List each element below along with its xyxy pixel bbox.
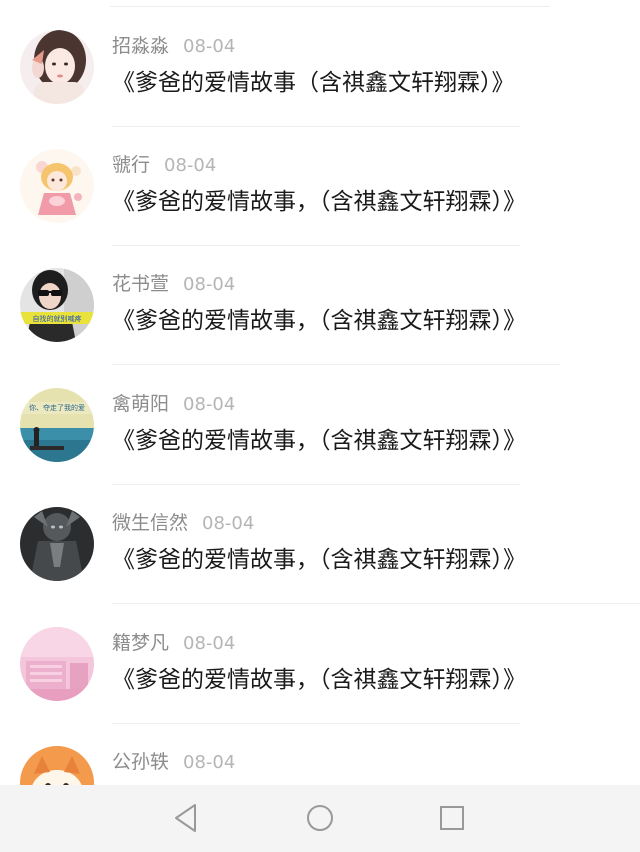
comment-text: 《爹爸的爱情故事，（含祺鑫文轩翔霖）》 <box>112 428 526 454</box>
username[interactable]: 招淼淼 <box>112 35 169 57</box>
girl-portrait-avatar[interactable] <box>20 30 94 104</box>
comment-date: 08-04 <box>183 752 236 773</box>
username[interactable]: 公孙轶 <box>112 751 169 773</box>
triangle-back-icon <box>175 804 196 832</box>
comment-meta: 公孙轶 08-04 <box>112 750 235 774</box>
circle-home-icon <box>307 805 333 831</box>
cartoon-girl-avatar[interactable] <box>20 149 94 223</box>
comment-item[interactable]: 你、夺走了我的爱 禽萌阳 08-04 《爹爸的爱情故事，（含祺鑫文轩翔霖）》 <box>0 388 640 508</box>
divider <box>112 126 520 127</box>
username[interactable]: 花书萱 <box>112 273 169 295</box>
navigation-bar <box>0 785 640 852</box>
divider <box>112 484 520 485</box>
divider <box>112 723 520 724</box>
comment-date: 08-04 <box>202 513 255 534</box>
comment-date: 08-04 <box>183 394 236 415</box>
comment-text: 《爹爸的爱情故事（含祺鑫文轩翔霖）》 <box>112 70 515 96</box>
comment-text: 《爹爸的爱情故事，（含祺鑫文轩翔霖）》 <box>112 667 526 693</box>
divider <box>110 6 550 7</box>
square-recents-icon <box>440 806 464 830</box>
back-button[interactable] <box>168 800 204 836</box>
dark-warrior-avatar[interactable] <box>20 507 94 581</box>
comment-date: 08-04 <box>164 155 217 176</box>
divider <box>112 364 560 365</box>
comment-text: 《爹爸的爱情故事，（含祺鑫文轩翔霖）》 <box>112 547 526 573</box>
divider <box>112 245 520 246</box>
comment-item[interactable]: 籍梦凡 08-04 《爹爸的爱情故事，（含祺鑫文轩翔霖）》 <box>0 627 640 747</box>
comment-meta: 虢行 08-04 <box>112 153 216 177</box>
comment-text: 《爹爸的爱情故事，（含祺鑫文轩翔霖）》 <box>112 308 526 334</box>
comment-meta: 花书萱 08-04 <box>112 272 235 296</box>
comment-item[interactable]: 虢行 08-04 《爹爸的爱情故事，（含祺鑫文轩翔霖）》 <box>0 149 640 269</box>
comment-meta: 籍梦凡 08-04 <box>112 631 235 655</box>
seaside-pier-avatar[interactable]: 你、夺走了我的爱 <box>20 388 94 462</box>
username[interactable]: 虢行 <box>112 154 150 176</box>
comment-meta: 禽萌阳 08-04 <box>112 392 235 416</box>
comment-date: 08-04 <box>183 36 236 57</box>
comment-date: 08-04 <box>183 633 236 654</box>
username[interactable]: 微生信然 <box>112 512 188 534</box>
divider <box>112 603 640 604</box>
avatar-caption: 自找的就别喊疼 <box>33 314 82 323</box>
comment-meta: 微生信然 08-04 <box>112 511 254 535</box>
pink-room-avatar[interactable] <box>20 627 94 701</box>
username[interactable]: 籍梦凡 <box>112 632 169 654</box>
comment-date: 08-04 <box>183 274 236 295</box>
comment-screen: 招淼淼 08-04 《爹爸的爱情故事（含祺鑫文轩翔霖）》 虢行 08-04 《爹… <box>0 0 640 852</box>
avatar-caption: 你、夺走了我的爱 <box>29 403 85 412</box>
comment-text: 《爹爸的爱情故事，（含祺鑫文轩翔霖）》 <box>112 189 526 215</box>
username[interactable]: 禽萌阳 <box>112 393 169 415</box>
comment-item[interactable]: 自找的就别喊疼 花书萱 08-04 《爹爸的爱情故事，（含祺鑫文轩翔霖）》 <box>0 268 640 388</box>
recents-button[interactable] <box>434 800 470 836</box>
comment-meta: 招淼淼 08-04 <box>112 34 235 58</box>
comment-item[interactable]: 招淼淼 08-04 《爹爸的爱情故事（含祺鑫文轩翔霖）》 <box>0 30 640 150</box>
home-button[interactable] <box>302 800 338 836</box>
sunglasses-person-avatar[interactable]: 自找的就别喊疼 <box>20 268 94 342</box>
comment-item[interactable]: 微生信然 08-04 《爹爸的爱情故事，（含祺鑫文轩翔霖）》 <box>0 507 640 627</box>
